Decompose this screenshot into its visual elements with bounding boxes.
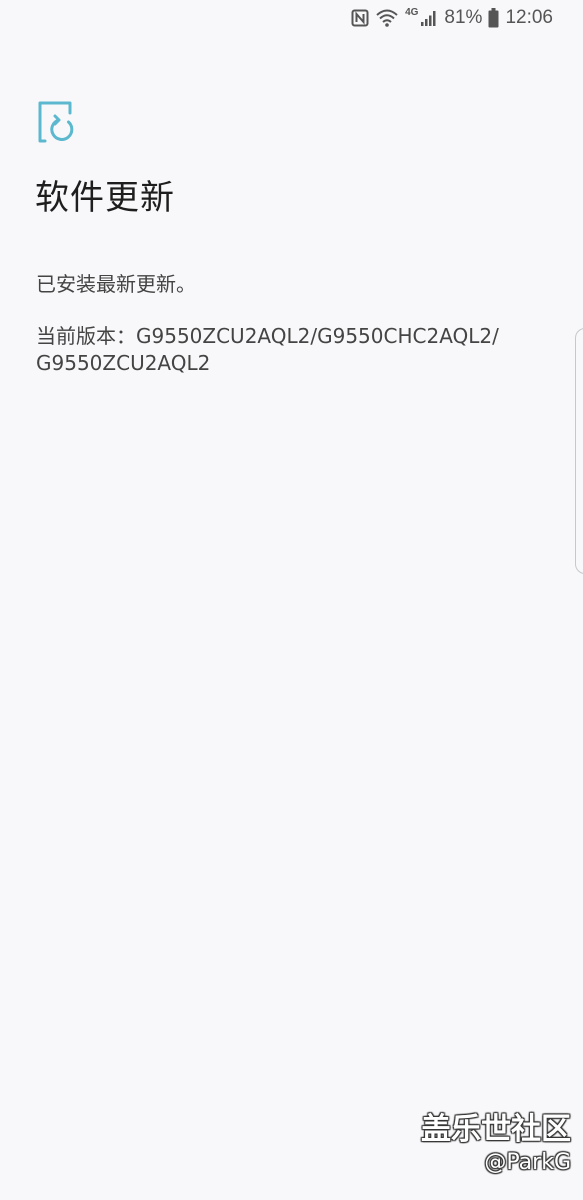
version-line-2: G9550ZCU2AQL2 [36, 351, 211, 375]
nfc-icon [351, 9, 369, 27]
update-status-message: 已安装最新更新。 [36, 272, 196, 296]
watermark-user: @ParkG [484, 1150, 571, 1175]
network-type-label: 4G [405, 7, 419, 18]
battery-percent: 81% [444, 7, 483, 28]
signal-icon [420, 9, 438, 27]
page-title: 软件更新 [35, 178, 175, 218]
wifi-icon [375, 8, 399, 28]
status-bar: 4G 81% 12:06 [0, 0, 583, 36]
watermark-site: 盖乐世社区 [421, 1112, 571, 1147]
software-update-icon [36, 100, 78, 146]
clock: 12:06 [505, 7, 553, 28]
scroll-handle[interactable] [575, 328, 583, 574]
battery-icon [488, 8, 499, 28]
current-version-info: 当前版本：G9550ZCU2AQL2/G9550CHC2AQL2/ G9550Z… [36, 323, 556, 377]
version-line-1: 当前版本：G9550ZCU2AQL2/G9550CHC2AQL2/ [36, 324, 499, 348]
